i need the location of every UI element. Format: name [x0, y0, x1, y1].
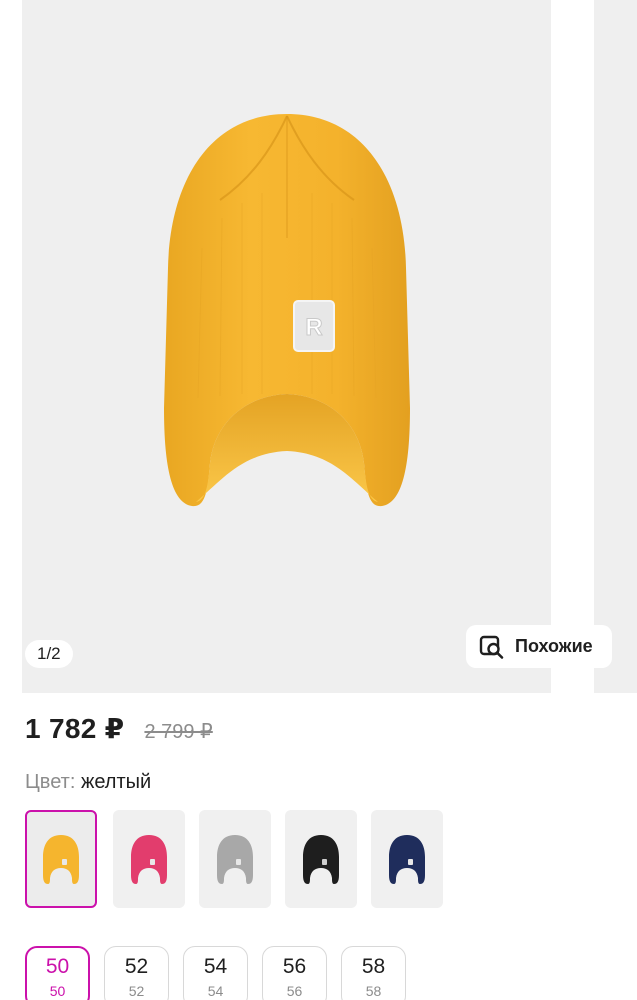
size-option-54[interactable]: 54 54 [183, 946, 248, 1000]
hat-thumbnail-icon [131, 835, 167, 884]
size-label: 56 [282, 955, 307, 978]
size-sublabel: 54 [207, 983, 224, 999]
similar-button[interactable]: Похожие [466, 625, 612, 668]
size-sublabel: 56 [286, 983, 303, 999]
size-sublabel: 50 [49, 983, 66, 999]
color-swatch-grey[interactable] [199, 810, 271, 908]
size-option-52[interactable]: 52 52 [104, 946, 169, 1000]
size-label: 54 [203, 955, 228, 978]
product-image: R [132, 108, 442, 513]
similar-search-icon [478, 633, 505, 660]
price-row: 1 782 ₽ 2 799 ₽ [25, 712, 213, 745]
hat-thumbnail-icon [217, 835, 253, 884]
color-swatch-pink[interactable] [113, 810, 185, 908]
hat-thumbnail-icon [389, 835, 425, 884]
size-sublabel: 58 [365, 983, 382, 999]
color-line: Цвет: желтый [25, 771, 151, 794]
brand-logo-letter: R [305, 314, 322, 341]
color-swatch-navy[interactable] [371, 810, 443, 908]
hat-thumbnail-icon [303, 835, 339, 884]
size-option-58[interactable]: 58 58 [341, 946, 406, 1000]
current-price: 1 782 ₽ [25, 713, 125, 744]
next-image-slide[interactable] [594, 0, 637, 693]
old-price: 2 799 ₽ [144, 721, 213, 743]
image-counter: 1/2 [25, 640, 73, 668]
color-swatch-black[interactable] [285, 810, 357, 908]
size-option-56[interactable]: 56 56 [262, 946, 327, 1000]
hat-thumbnail-icon [43, 835, 79, 884]
product-gallery[interactable]: R 1/2 Похожие [0, 0, 637, 693]
similar-button-label: Похожие [515, 636, 593, 656]
size-label: 58 [361, 955, 386, 978]
color-value: желтый [80, 771, 152, 793]
color-label: Цвет: [25, 771, 76, 793]
size-label: 50 [45, 955, 70, 978]
hat-illustration: R [164, 114, 410, 507]
product-image-slide[interactable]: R [22, 0, 551, 693]
color-swatch-yellow[interactable] [25, 810, 97, 908]
size-label: 52 [124, 955, 149, 978]
size-sublabel: 52 [128, 983, 145, 999]
swatch-fill [43, 835, 79, 884]
size-option-50[interactable]: 50 50 [25, 946, 90, 1000]
